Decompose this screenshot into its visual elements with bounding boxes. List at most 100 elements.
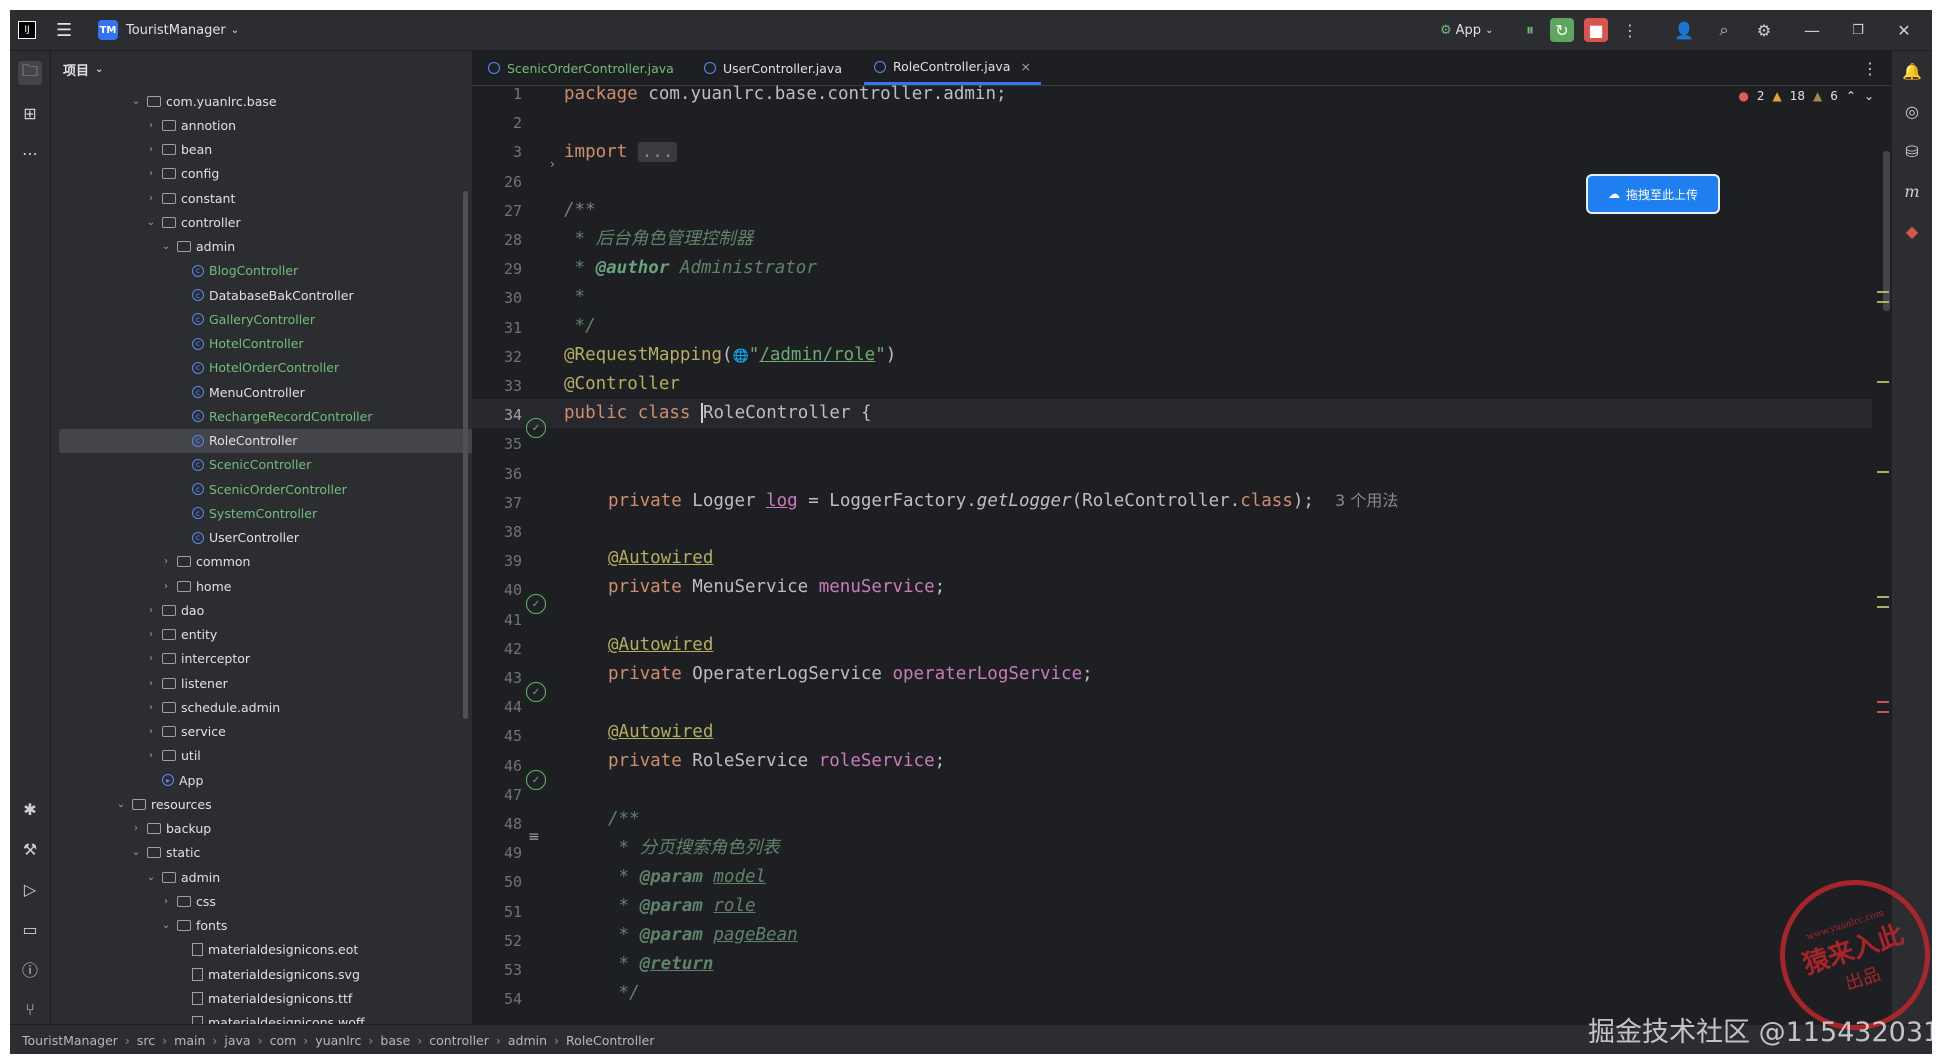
more-options-icon[interactable]: ⋮ bbox=[1618, 18, 1642, 42]
tree-item[interactable]: › service bbox=[59, 720, 472, 744]
tree-item[interactable]: c HotelOrderController bbox=[59, 356, 472, 380]
tree-item[interactable]: c DatabaseBakController bbox=[59, 283, 472, 307]
warning-marker[interactable] bbox=[1877, 471, 1889, 473]
bean-gutter-icon[interactable]: ✓ bbox=[526, 418, 546, 438]
line-number[interactable]: 48 bbox=[472, 810, 522, 839]
breadcrumb-item[interactable]: admin bbox=[508, 1033, 547, 1048]
tree-item[interactable]: ▸ App bbox=[59, 768, 472, 792]
line-number[interactable]: 52 bbox=[472, 927, 522, 956]
bean-gutter-icon[interactable]: ✓ bbox=[526, 682, 546, 702]
tree-item[interactable]: ⌄ controller bbox=[59, 210, 472, 234]
ide-logo-icon[interactable]: IJ bbox=[18, 10, 36, 50]
tree-item[interactable]: › config bbox=[59, 162, 472, 186]
terminal-tool-icon[interactable]: ▭ bbox=[18, 917, 42, 941]
fold-icon[interactable]: › bbox=[550, 157, 555, 171]
line-number[interactable]: 26 bbox=[472, 168, 522, 197]
bean-gutter-icon[interactable]: ✓ bbox=[526, 770, 546, 790]
tree-item[interactable]: › entity bbox=[59, 623, 472, 647]
line-number[interactable]: 42 bbox=[472, 635, 522, 664]
tree-item[interactable]: › home bbox=[59, 574, 472, 598]
chevron-right-icon[interactable]: › bbox=[144, 750, 158, 761]
line-number[interactable]: 51 bbox=[472, 898, 522, 927]
line-number[interactable]: 35 bbox=[472, 430, 522, 459]
line-number[interactable]: 36 bbox=[472, 460, 522, 489]
tree-item[interactable]: c GalleryController bbox=[59, 307, 472, 331]
line-number[interactable]: 50 bbox=[472, 868, 522, 897]
project-scrollbar[interactable] bbox=[463, 191, 468, 719]
line-number[interactable]: 45 bbox=[472, 722, 522, 751]
tree-item[interactable]: ⌄ com.yuanlrc.base bbox=[59, 89, 472, 113]
tree-item[interactable]: › constant bbox=[59, 186, 472, 210]
chevron-right-icon[interactable]: › bbox=[159, 581, 173, 592]
chevron-right-icon[interactable]: › bbox=[144, 629, 158, 640]
line-number[interactable]: 47 bbox=[472, 781, 522, 810]
add-user-icon[interactable]: 👤 bbox=[1672, 18, 1696, 42]
chevron-right-icon[interactable]: › bbox=[159, 896, 173, 907]
warning-marker[interactable] bbox=[1877, 301, 1889, 303]
chevron-right-icon[interactable]: › bbox=[144, 144, 158, 155]
chevron-right-icon[interactable]: › bbox=[144, 702, 158, 713]
chevron-down-icon[interactable]: ⌄ bbox=[129, 847, 143, 858]
chevron-right-icon[interactable]: › bbox=[144, 726, 158, 737]
settings-icon[interactable]: ⚙ bbox=[1752, 18, 1776, 42]
tree-item[interactable]: c HotelController bbox=[59, 332, 472, 356]
chevron-right-icon[interactable]: › bbox=[144, 120, 158, 131]
chevron-right-icon[interactable]: › bbox=[129, 823, 143, 834]
breadcrumb-item[interactable]: base bbox=[380, 1033, 410, 1048]
search-icon[interactable]: ⌕ bbox=[1712, 18, 1736, 42]
error-marker[interactable] bbox=[1877, 711, 1889, 713]
chevron-down-icon[interactable]: ⌄ bbox=[159, 920, 173, 931]
line-number[interactable]: 29 bbox=[472, 255, 522, 284]
run-config-selector[interactable]: ⚙ App ⌄ bbox=[1440, 10, 1493, 50]
tree-item[interactable]: c BlogController bbox=[59, 259, 472, 283]
line-number[interactable]: 54 bbox=[472, 985, 522, 1014]
line-number[interactable]: 2 bbox=[472, 109, 522, 138]
code-area[interactable]: package com.yuanlrc.base.controller.admi… bbox=[564, 84, 1864, 1024]
line-number[interactable]: 46 bbox=[472, 752, 522, 781]
problems-tool-icon[interactable]: ⓘ bbox=[18, 957, 42, 981]
build-tool-icon[interactable]: ⚒ bbox=[18, 837, 42, 861]
folded-imports[interactable]: ... bbox=[637, 142, 678, 162]
tree-item[interactable]: › annotion bbox=[59, 113, 472, 137]
line-number[interactable]: 32 bbox=[472, 343, 522, 372]
tree-item[interactable]: c SystemController bbox=[59, 501, 472, 525]
project-selector[interactable]: TM TouristManager ⌄ bbox=[98, 10, 239, 50]
debug-icon[interactable]: ⏸ bbox=[1518, 18, 1542, 42]
editor-scrollbar[interactable] bbox=[1883, 151, 1890, 311]
breadcrumb-item[interactable]: yuanlrc bbox=[315, 1033, 361, 1048]
tree-item[interactable]: › dao bbox=[59, 598, 472, 622]
line-number[interactable]: 40 bbox=[472, 576, 522, 605]
close-window-icon[interactable]: ✕ bbox=[1892, 18, 1916, 42]
line-number[interactable]: 28 bbox=[472, 226, 522, 255]
line-number[interactable]: 53 bbox=[472, 956, 522, 985]
project-panel-header[interactable]: 项目 ⌄ bbox=[63, 51, 103, 87]
breadcrumb-item[interactable]: java bbox=[224, 1033, 250, 1048]
chevron-down-icon[interactable]: ⌄ bbox=[129, 96, 143, 107]
tree-item[interactable]: materialdesignicons.woff bbox=[59, 1011, 472, 1024]
warning-marker[interactable] bbox=[1877, 596, 1889, 598]
chevron-down-icon[interactable]: ⌄ bbox=[114, 799, 128, 810]
chevron-right-icon[interactable]: › bbox=[144, 193, 158, 204]
git-tool-icon[interactable]: ⑂ bbox=[18, 997, 42, 1021]
tree-item[interactable]: › css bbox=[59, 889, 472, 913]
rerun-icon[interactable]: ↻ bbox=[1550, 18, 1574, 42]
line-number[interactable]: 31 bbox=[472, 314, 522, 343]
maven-icon[interactable]: m bbox=[1900, 179, 1924, 203]
tree-item[interactable]: › interceptor bbox=[59, 647, 472, 671]
close-tab-icon[interactable]: × bbox=[1020, 59, 1030, 74]
chevron-down-icon[interactable]: ⌄ bbox=[144, 872, 158, 883]
structure-tool-icon[interactable]: ⊞ bbox=[18, 101, 42, 125]
tree-item[interactable]: › bean bbox=[59, 138, 472, 162]
line-number[interactable]: 39 bbox=[472, 547, 522, 576]
breadcrumb-item[interactable]: src bbox=[137, 1033, 155, 1048]
line-number[interactable]: 38 bbox=[472, 518, 522, 547]
stop-icon[interactable]: ■ bbox=[1584, 18, 1608, 42]
minimize-icon[interactable]: — bbox=[1800, 18, 1824, 42]
tree-item[interactable]: ⌄ admin bbox=[59, 235, 472, 259]
more-tabs-icon[interactable]: ⋮ bbox=[1862, 59, 1878, 78]
chevron-right-icon[interactable]: › bbox=[144, 605, 158, 616]
line-number[interactable]: 34 bbox=[472, 401, 522, 430]
chevron-right-icon[interactable]: › bbox=[144, 168, 158, 179]
breadcrumb-item[interactable]: TouristManager bbox=[22, 1033, 118, 1048]
debug-tool-icon[interactable]: ✱ bbox=[18, 797, 42, 821]
